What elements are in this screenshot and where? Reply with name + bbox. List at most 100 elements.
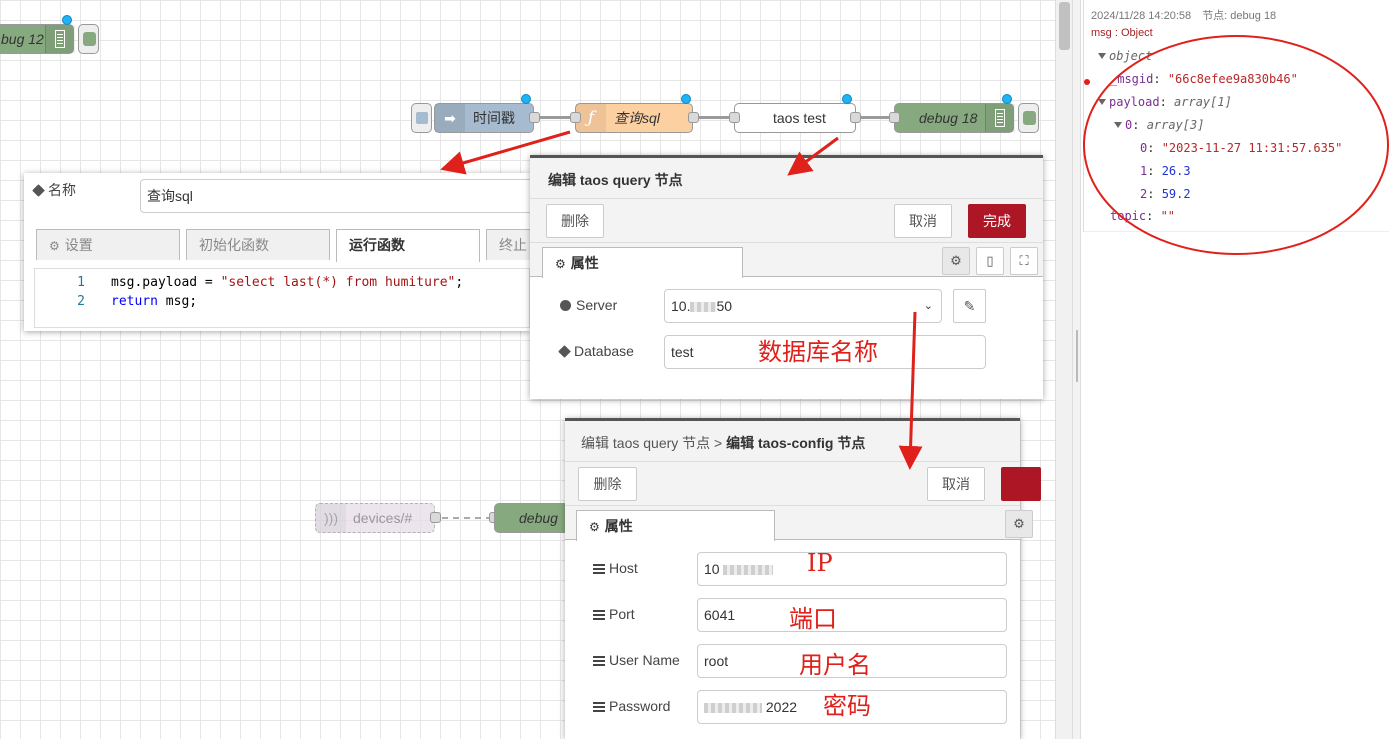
- wire: [442, 517, 492, 519]
- input-port[interactable]: [889, 112, 900, 123]
- username-row: User Name root 用户名: [565, 644, 1020, 679]
- node-label: devices/#: [353, 510, 413, 526]
- function-node-query-sql[interactable]: ƒ 查询sql: [575, 103, 693, 133]
- mqtt-in-node-devices[interactable]: ))) devices/#: [315, 503, 435, 533]
- port-input[interactable]: 6041: [697, 598, 1007, 632]
- scrollbar-thumb[interactable]: [1059, 2, 1070, 50]
- tag-icon: [32, 184, 45, 197]
- name-label: 名称: [48, 182, 76, 198]
- cancel-button[interactable]: 取消: [894, 204, 952, 238]
- breadcrumb-separator: >: [714, 435, 723, 451]
- tree-msgid[interactable]: _msgid: "66c8efee9a830b46": [1110, 72, 1298, 86]
- settings-icon[interactable]: ⚙: [1005, 510, 1033, 538]
- taos-query-node[interactable]: taos test: [734, 103, 856, 133]
- input-port[interactable]: [729, 112, 740, 123]
- tree-payload[interactable]: payload: array[1]: [1098, 95, 1232, 109]
- gear-icon: ⚙: [555, 257, 566, 271]
- flow-workspace[interactable]: bug 12 ➡ 时间戳 ƒ 查询sql taos test debug 18 …: [0, 0, 1055, 739]
- line-number: 1: [77, 275, 85, 290]
- debug-node-18[interactable]: debug 18: [894, 103, 1015, 133]
- delete-button[interactable]: 删除: [578, 467, 637, 501]
- node-label: debug: [519, 510, 558, 526]
- output-port[interactable]: [430, 512, 441, 523]
- output-port[interactable]: [850, 112, 861, 123]
- tab-init-function[interactable]: 初始化函数: [186, 229, 330, 260]
- tray-tabs: ⚙ 属性 ⚙ ▯ ⛶: [530, 243, 1043, 278]
- wifi-icon: ))): [316, 504, 346, 532]
- globe-icon: [560, 300, 571, 311]
- node-label: bug 12: [1, 31, 44, 47]
- tree-payload-0[interactable]: 0: array[3]: [1114, 118, 1204, 132]
- tray-title: 编辑 taos query 节点: [530, 155, 1043, 199]
- tray-toolbar: 删除 取消 完成: [530, 199, 1043, 243]
- edit-config-button[interactable]: ✎: [953, 289, 986, 323]
- password-annotation: 密码: [823, 692, 871, 720]
- debug-toggle-button[interactable]: [78, 24, 99, 54]
- output-port[interactable]: [688, 112, 699, 123]
- caret-down-icon: [1098, 53, 1106, 59]
- tab-setup[interactable]: ⚙ 设置: [36, 229, 180, 260]
- debug-sidebar: 2024/11/28 14:20:58 节点: debug 18 msg : O…: [1081, 0, 1392, 739]
- taos-config-editor-panel: 编辑 taos query 节点 > 编辑 taos-config 节点 删除 …: [565, 418, 1041, 739]
- code-text: msg.payload = "select last(*) from humit…: [111, 275, 464, 290]
- tab-run-function[interactable]: 运行函数: [336, 229, 480, 262]
- tree-array-value[interactable]: 2: 59.2: [1140, 187, 1191, 201]
- name-row: 名称: [32, 180, 76, 200]
- changed-indicator-dot: [521, 94, 531, 104]
- appearance-icon[interactable]: ⛶: [1010, 247, 1038, 275]
- update-button[interactable]: [1001, 467, 1041, 501]
- code-line[interactable]: 1 msg.payload = "select last(*) from humi…: [35, 273, 529, 292]
- output-port[interactable]: [529, 112, 540, 123]
- cancel-button[interactable]: 取消: [927, 467, 985, 501]
- tab-properties[interactable]: ⚙ 属性: [576, 510, 775, 541]
- done-button[interactable]: 完成: [968, 204, 1026, 238]
- changed-indicator-dot: [681, 94, 691, 104]
- code-line[interactable]: 2 return msg;: [35, 292, 529, 311]
- tray-tabs: ⚙ 属性 ⚙: [565, 506, 1033, 541]
- host-label: Host: [593, 560, 638, 576]
- settings-icon[interactable]: ⚙: [942, 247, 970, 275]
- taos-query-editor-panel: 编辑 taos query 节点 删除 取消 完成 ⚙ 属性 ⚙ ▯ ⛶ Serv…: [530, 155, 1043, 399]
- port-row: Port 6041 端口: [565, 598, 1020, 633]
- message-type: msg : Object: [1091, 27, 1153, 39]
- name-input[interactable]: 查询sql: [140, 179, 540, 213]
- node-label: 时间戳: [473, 110, 515, 126]
- workspace-scrollbar[interactable]: [1055, 0, 1072, 739]
- server-select[interactable]: 10. 50 ⌄: [664, 289, 942, 323]
- database-annotation: 数据库名称: [758, 338, 878, 366]
- changed-indicator-dot: [842, 94, 852, 104]
- node-label: 查询sql: [614, 110, 660, 126]
- code-text: return msg;: [111, 294, 198, 309]
- password-label: Password: [593, 698, 670, 714]
- splitter-grip[interactable]: [1076, 330, 1078, 382]
- function-editor-panel: 名称 查询sql ⚙ 设置 初始化函数 运行函数 终止 1 msg.payload …: [24, 173, 546, 331]
- port-label: Port: [593, 606, 635, 622]
- message-node-link[interactable]: 节点: debug 18: [1202, 10, 1276, 22]
- inject-trigger-button[interactable]: [411, 103, 432, 133]
- input-port[interactable]: [570, 112, 581, 123]
- breadcrumb-parent[interactable]: 编辑 taos query 节点: [581, 435, 710, 451]
- host-annotation: IP: [807, 549, 833, 577]
- tree-root[interactable]: object: [1098, 49, 1152, 63]
- server-icon: [593, 564, 605, 574]
- gear-icon: ⚙: [49, 239, 60, 253]
- debug-toggle-button[interactable]: [1018, 103, 1039, 133]
- selection-marker-dot: [1084, 79, 1090, 85]
- function-tabs: ⚙ 设置 初始化函数 运行函数 终止: [34, 229, 546, 262]
- description-icon[interactable]: ▯: [976, 247, 1004, 275]
- delete-button[interactable]: 删除: [546, 204, 604, 238]
- tree-array-value[interactable]: 0: "2023-11-27 11:31:57.635": [1140, 141, 1342, 155]
- host-input[interactable]: 10: [697, 552, 1007, 586]
- tree-topic[interactable]: topic: "": [1110, 209, 1175, 223]
- panel-splitter[interactable]: [1072, 0, 1081, 739]
- gear-icon: ⚙: [589, 520, 600, 534]
- inject-node-timestamp[interactable]: ➡ 时间戳: [434, 103, 534, 133]
- debug-node-12[interactable]: bug 12: [0, 24, 75, 54]
- caret-down-icon: [1114, 122, 1122, 128]
- tree-array-value[interactable]: 1: 26.3: [1140, 164, 1191, 178]
- tray-toolbar: 删除 取消: [565, 462, 1041, 506]
- database-row: Database test 数据库名称: [530, 335, 1043, 369]
- code-editor[interactable]: 1 msg.payload = "select last(*) from humi…: [34, 268, 530, 328]
- tab-properties[interactable]: ⚙ 属性: [542, 247, 743, 278]
- tray-title-current: 编辑 taos-config 节点: [726, 435, 866, 451]
